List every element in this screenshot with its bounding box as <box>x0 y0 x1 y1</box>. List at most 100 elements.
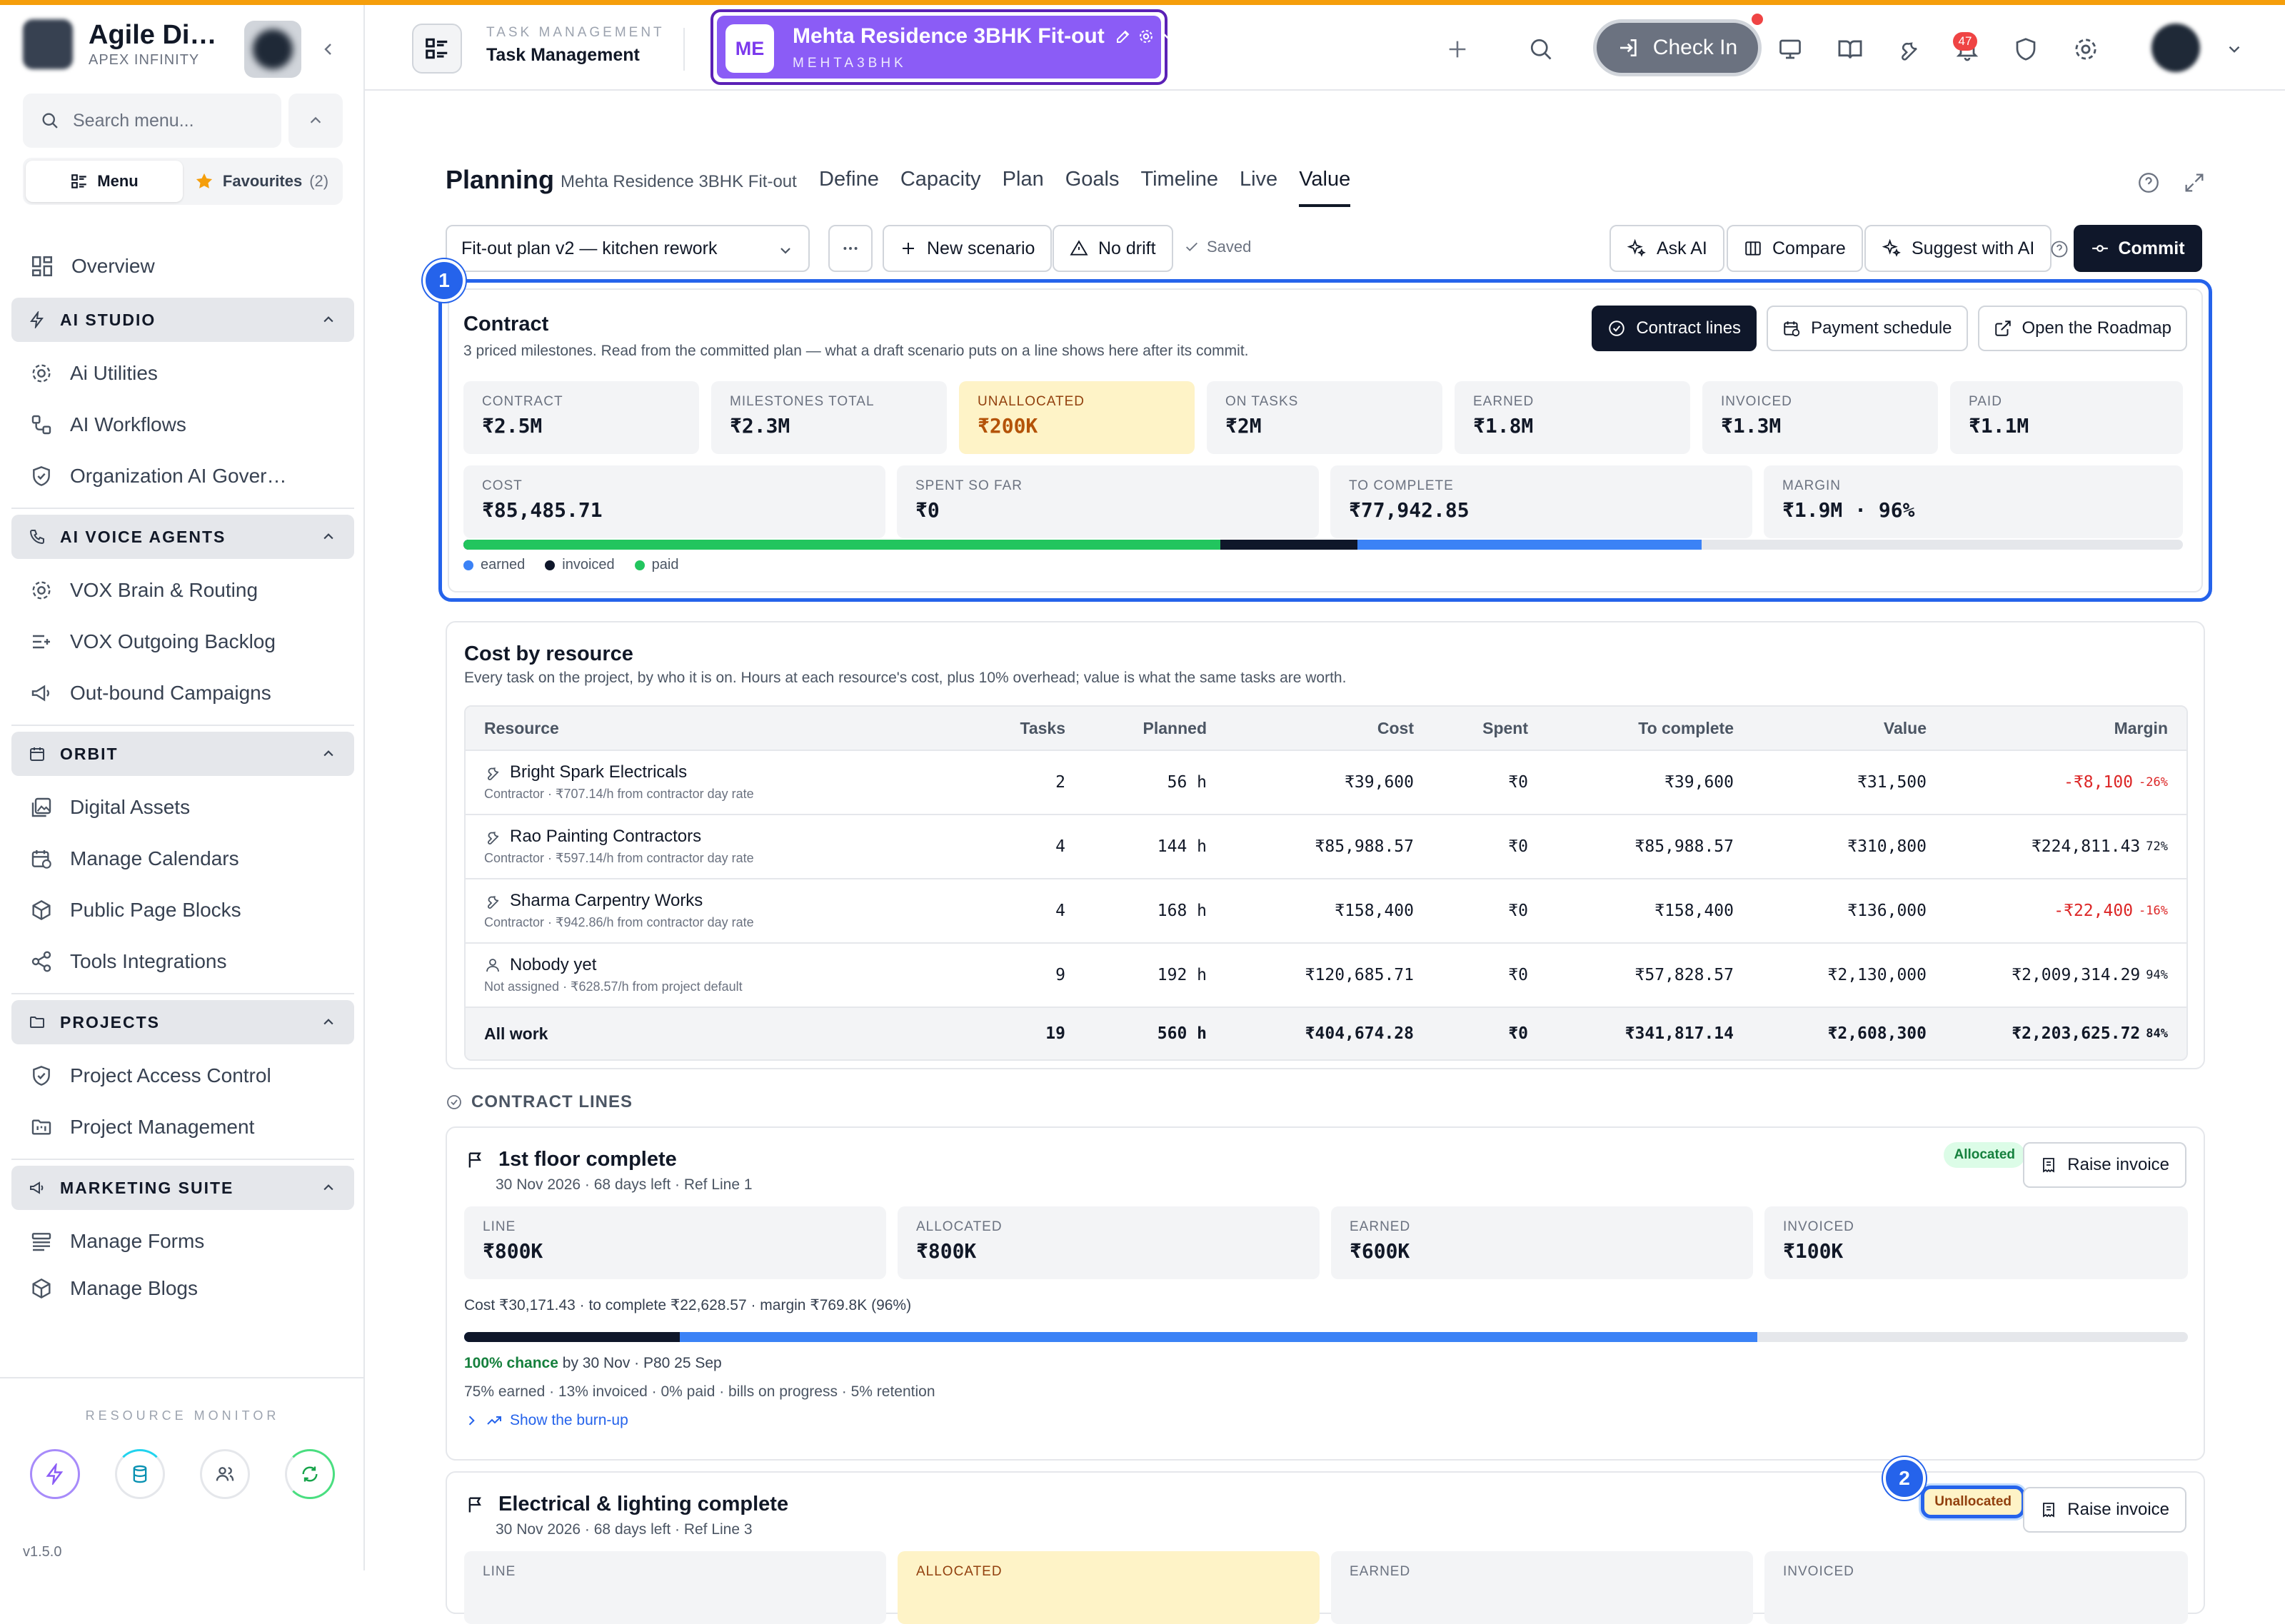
project-switcher[interactable]: ME Mehta Residence 3BHK Fit-out MEHTA3BH… <box>710 9 1173 85</box>
commit-button[interactable]: Commit <box>2074 225 2202 272</box>
plus-icon <box>1449 41 1466 58</box>
sidebar-item-vox-brain[interactable]: VOX Brain & Routing <box>11 565 354 616</box>
sidebar-item-ai-workflows[interactable]: AI Workflows <box>11 399 354 450</box>
resource-cell[interactable]: Bright Spark Electricals Contractor · ₹70… <box>484 762 754 802</box>
columns-icon <box>1745 241 1761 256</box>
menu-search-input[interactable]: Search menu... <box>23 94 281 148</box>
add-button[interactable] <box>1437 29 1477 69</box>
brand[interactable]: Agile Di… APEX INFINITY <box>23 19 216 69</box>
raise-invoice-button[interactable]: Raise invoice <box>2023 1142 2186 1188</box>
table-row: Nobody yet Not assigned · ₹628.57/h from … <box>466 942 2186 1007</box>
settings-button[interactable] <box>2066 29 2106 69</box>
search-collapse-button[interactable] <box>288 94 343 148</box>
gear-icon <box>32 581 51 600</box>
tab-value[interactable]: Value <box>1299 168 1351 207</box>
tools-button[interactable] <box>1889 29 1929 69</box>
tab-define[interactable]: Define <box>819 168 879 207</box>
section-ai-voice-agents[interactable]: AI VOICE AGENTS <box>11 515 354 559</box>
commit-help-button[interactable] <box>2049 239 2069 259</box>
chevron-up-icon <box>323 1184 333 1191</box>
stat-on-tasks: ON TASKS ₹2M <box>1207 381 1442 454</box>
docs-button[interactable] <box>1830 29 1870 69</box>
sidebar-item-project-management[interactable]: Project Management <box>11 1101 354 1153</box>
compare-button[interactable]: Compare <box>1727 225 1863 272</box>
chevron-down-icon[interactable] <box>1160 29 1176 44</box>
expand-button[interactable] <box>2182 171 2206 195</box>
save-status-label: Saved <box>1207 238 1252 256</box>
cell-tasks: 2 <box>1055 773 1065 792</box>
page-title: Planning <box>446 165 554 194</box>
calendar-clock-icon <box>1784 321 1800 337</box>
margin-pct: 72% <box>2146 839 2168 854</box>
cell-spent: ₹0 <box>1508 966 1528 984</box>
section-orbit[interactable]: ORBIT <box>11 732 354 776</box>
storage-monitor-button[interactable] <box>115 1449 165 1499</box>
tab-timeline[interactable]: Timeline <box>1140 168 1218 207</box>
chevron-right-icon <box>468 1416 475 1426</box>
section-projects[interactable]: PROJECTS <box>11 1000 354 1044</box>
open-roadmap-button[interactable]: Open the Roadmap <box>1977 306 2187 351</box>
col-to-complete: To complete <box>1638 718 1734 737</box>
section-ai-studio[interactable]: AI STUDIO <box>11 298 354 342</box>
chevron-up-icon <box>323 750 333 757</box>
sidebar-item-public-page-blocks[interactable]: Public Page Blocks <box>11 884 354 936</box>
sidebar-item-vox-backlog[interactable]: VOX Outgoing Backlog <box>11 616 354 667</box>
show-burnup-label: Show the burn-up <box>510 1412 628 1428</box>
gear-icon[interactable] <box>1138 28 1155 45</box>
new-scenario-button[interactable]: New scenario <box>883 225 1053 272</box>
sidebar-item-ai-utilities[interactable]: Ai Utilities <box>11 348 354 399</box>
col-resource: Resource <box>484 718 559 737</box>
drift-status-label: No drift <box>1098 238 1156 258</box>
sidebar-item-project-access[interactable]: Project Access Control <box>11 1050 354 1101</box>
tab-live[interactable]: Live <box>1240 168 1277 207</box>
tab-plan[interactable]: Plan <box>1003 168 1044 207</box>
ask-ai-label: Ask AI <box>1657 238 1707 258</box>
org-avatar[interactable] <box>244 21 301 78</box>
sidebar-item-manage-blogs[interactable]: Manage Blogs <box>11 1267 354 1304</box>
resource-cell[interactable]: Rao Painting Contractors Contractor · ₹59… <box>484 827 754 866</box>
progress-legend: earned invoiced paid <box>463 557 698 573</box>
sidebar-item-manage-forms[interactable]: Manage Forms <box>11 1216 354 1267</box>
scenario-select[interactable]: Fit-out plan v2 — kitchen rework <box>446 225 810 272</box>
line-stat-allocated: ALLOCATED <box>898 1551 1320 1624</box>
suggest-with-ai-button[interactable]: Suggest with AI <box>1864 225 2052 272</box>
app-version: v1.5.0 <box>23 1544 62 1560</box>
resource-cell[interactable]: Nobody yet Not assigned · ₹628.57/h from … <box>484 955 743 994</box>
monitor-button[interactable] <box>1770 29 1810 69</box>
resource-cell[interactable]: Sharma Carpentry Works Contractor · ₹942.… <box>484 891 754 930</box>
tab-capacity[interactable]: Capacity <box>900 168 981 207</box>
sidebar-item-org-ai-governance[interactable]: Organization AI Gover… <box>11 450 354 502</box>
raise-invoice-button[interactable]: Raise invoice <box>2023 1487 2186 1533</box>
user-menu-button[interactable] <box>2214 29 2254 69</box>
refresh-icon <box>302 1466 318 1482</box>
cell-margin: ₹2,009,314.29 94% <box>2012 944 2168 1007</box>
payment-schedule-button[interactable]: Payment schedule <box>1767 306 1968 351</box>
sidebar-item-manage-calendars[interactable]: Manage Calendars <box>11 833 354 884</box>
tab-menu[interactable]: Menu <box>26 161 183 202</box>
drift-status-button[interactable]: No drift <box>1053 225 1173 272</box>
security-button[interactable] <box>2006 29 2046 69</box>
ask-ai-button[interactable]: Ask AI <box>1609 225 1724 272</box>
module-switcher-button[interactable] <box>412 24 462 74</box>
tab-goals[interactable]: Goals <box>1065 168 1120 207</box>
more-options-button[interactable] <box>828 225 873 272</box>
user-avatar[interactable] <box>2151 24 2200 72</box>
edit-icon[interactable] <box>1115 28 1132 45</box>
check-in-button[interactable]: Check In <box>1593 19 1762 76</box>
collapse-sidebar-button[interactable] <box>314 35 343 64</box>
search-button[interactable] <box>1521 29 1561 69</box>
sidebar-item-outbound-campaigns[interactable]: Out-bound Campaigns <box>11 667 354 719</box>
sidebar-item-overview[interactable]: Overview <box>11 241 354 292</box>
show-burnup-link[interactable]: Show the burn-up <box>464 1412 628 1429</box>
sidebar-item-digital-assets[interactable]: Digital Assets <box>11 782 354 833</box>
sync-monitor-button[interactable] <box>285 1449 335 1499</box>
contract-lines-button[interactable]: Contract lines <box>1592 306 1757 351</box>
users-monitor-button[interactable] <box>200 1449 250 1499</box>
total-label: All work <box>484 1024 548 1043</box>
sidebar-item-tools-integrations[interactable]: Tools Integrations <box>11 936 354 987</box>
sidebar-item-label: Digital Assets <box>70 796 191 818</box>
tab-favourites[interactable]: Favourites (2) <box>183 161 340 202</box>
section-marketing-suite[interactable]: MARKETING SUITE <box>11 1166 354 1210</box>
help-button[interactable] <box>2136 171 2161 195</box>
cpu-monitor-button[interactable] <box>30 1449 80 1499</box>
